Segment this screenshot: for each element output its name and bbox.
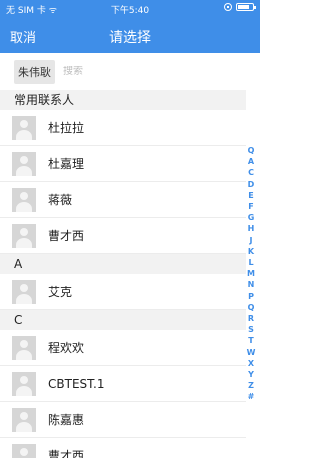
- avatar: [12, 279, 36, 304]
- index-letter[interactable]: N: [245, 279, 257, 290]
- contact-name: 蒋薇: [48, 193, 73, 207]
- index-letter[interactable]: K: [245, 246, 257, 257]
- contact-row[interactable]: CBTEST.1: [0, 366, 246, 402]
- status-right: [224, 3, 256, 11]
- section-header-a: A: [0, 254, 246, 274]
- contact-name: 艾克: [48, 285, 73, 299]
- index-letter[interactable]: X: [245, 358, 257, 369]
- alphabet-index[interactable]: Q A C D E F G H J K L M N P Q R S T W X …: [245, 145, 257, 403]
- avatar: [12, 335, 36, 360]
- index-letter[interactable]: E: [245, 190, 257, 201]
- index-letter[interactable]: #: [245, 391, 257, 402]
- avatar: [12, 407, 36, 432]
- index-letter[interactable]: H: [245, 223, 257, 234]
- search-area: 朱伟耿: [0, 53, 260, 90]
- contact-row[interactable]: 蒋薇: [0, 182, 246, 218]
- contact-name: 曹才西: [48, 449, 85, 458]
- contact-row[interactable]: 陈嘉惠: [0, 402, 246, 438]
- index-letter[interactable]: R: [245, 313, 257, 324]
- index-letter[interactable]: T: [245, 335, 257, 346]
- section-header-c: C: [0, 310, 246, 330]
- contact-row[interactable]: 杜拉拉: [0, 110, 246, 146]
- contact-row[interactable]: 曹才西: [0, 438, 246, 458]
- contact-name: CBTEST.1: [48, 376, 105, 391]
- contact-row[interactable]: 艾克: [0, 274, 246, 310]
- contact-row[interactable]: 曹才西: [0, 218, 246, 254]
- contact-row[interactable]: 程欢欢: [0, 330, 246, 366]
- index-letter[interactable]: Z: [245, 380, 257, 391]
- page-title: 请选择: [109, 30, 151, 46]
- avatar: [12, 443, 36, 458]
- contact-name: 杜嘉理: [48, 157, 85, 171]
- contact-row[interactable]: 杜嘉理: [0, 146, 246, 182]
- index-letter[interactable]: Q: [245, 145, 257, 156]
- rotation-lock-icon: [224, 3, 232, 11]
- index-letter[interactable]: L: [245, 257, 257, 268]
- contact-name: 陈嘉惠: [48, 413, 85, 427]
- index-letter[interactable]: C: [245, 167, 257, 178]
- nav-bar: 取消 请选择: [0, 18, 260, 53]
- index-letter[interactable]: F: [245, 201, 257, 212]
- contact-name: 杜拉拉: [48, 121, 85, 135]
- index-letter[interactable]: A: [245, 156, 257, 167]
- index-letter[interactable]: P: [245, 291, 257, 302]
- avatar: [12, 115, 36, 140]
- index-letter[interactable]: Q: [245, 302, 257, 313]
- contact-name: 曹才西: [48, 229, 85, 243]
- index-letter[interactable]: G: [245, 212, 257, 223]
- index-letter[interactable]: S: [245, 324, 257, 335]
- contact-name: 程欢欢: [48, 341, 85, 355]
- avatar: [12, 187, 36, 212]
- index-letter[interactable]: W: [245, 347, 257, 358]
- selected-contact-chip[interactable]: 朱伟耿: [14, 59, 55, 84]
- index-letter[interactable]: M: [245, 268, 257, 279]
- header-bar: 无 SIM 卡 ᯤ 下午5:40 取消 请选择: [0, 0, 260, 53]
- avatar: [12, 151, 36, 176]
- contact-list[interactable]: 常用联系人 杜拉拉 杜嘉理 蒋薇 曹才西 A 艾克 C 程欢欢 CBTEST.1…: [0, 90, 246, 458]
- status-time: 下午5:40: [110, 6, 150, 16]
- avatar: [12, 371, 36, 396]
- section-header-frequent: 常用联系人: [0, 90, 246, 110]
- avatar: [12, 223, 36, 248]
- index-letter[interactable]: J: [245, 235, 257, 246]
- index-letter[interactable]: D: [245, 179, 257, 190]
- status-bar: 无 SIM 卡 ᯤ 下午5:40: [0, 0, 260, 18]
- index-letter[interactable]: Y: [245, 369, 257, 380]
- search-input[interactable]: [63, 66, 183, 77]
- battery-icon: [236, 3, 256, 11]
